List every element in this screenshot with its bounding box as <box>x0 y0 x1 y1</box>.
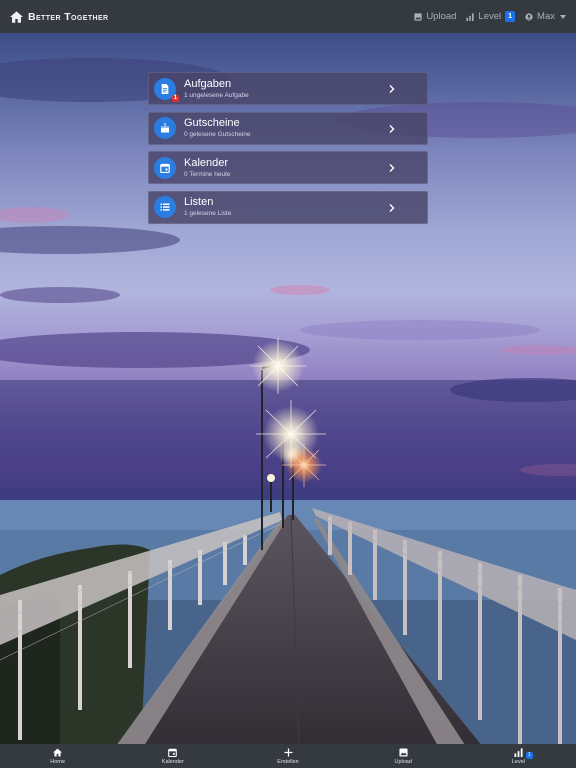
card-gutscheine[interactable]: Gutscheine 0 gelesene Gutscheine <box>148 111 428 145</box>
card-subtitle: 0 Termine heute <box>184 170 231 178</box>
bottom-tab-bar: Home Kalender Erstellen Upload Level 1 <box>0 744 576 768</box>
card-subtitle: 0 gelesene Gutscheine <box>184 131 251 138</box>
card-title: Listen <box>184 196 214 208</box>
tab-label: Upload <box>394 758 412 765</box>
tab-level[interactable]: Level 1 <box>461 744 576 768</box>
top-navbar: Better Together Upload Level 1 Max <box>0 0 576 33</box>
bar-chart-icon <box>514 747 523 757</box>
card-icon-circle <box>154 156 176 179</box>
card-icon-circle <box>154 117 176 139</box>
cake-icon <box>161 123 169 133</box>
chevron-right-icon <box>389 85 395 93</box>
card-subtitle: 1 gelesene Liste <box>184 210 232 217</box>
unread-badge: 1 <box>171 94 179 102</box>
bar-chart-icon <box>466 12 475 21</box>
dashboard-cards: 1 Aufgaben 1 ungelesene Aufgabe Gutschei… <box>148 72 428 230</box>
tab-label: Kalender <box>161 758 184 765</box>
tab-label: Erstellen <box>277 758 299 765</box>
nav-upload[interactable]: Upload <box>414 11 456 22</box>
home-icon <box>10 10 23 23</box>
card-aufgaben[interactable]: 1 Aufgaben 1 ungelesene Aufgabe <box>148 72 428 105</box>
brand[interactable]: Better Together <box>10 11 108 23</box>
chevron-down-icon <box>560 14 566 19</box>
card-subtitle: 1 ungelesene Aufgabe <box>184 91 249 99</box>
card-title: Aufgaben <box>184 77 232 90</box>
tab-home[interactable]: Home <box>0 744 115 768</box>
card-icon-circle <box>154 196 176 218</box>
calendar-icon <box>168 748 178 757</box>
level-badge: 1 <box>525 752 533 759</box>
home-icon <box>53 748 63 756</box>
document-icon <box>161 83 169 94</box>
card-title: Gutscheine <box>184 117 240 129</box>
brand-name: Better Together <box>28 10 109 23</box>
card-icon-circle: 1 <box>154 77 179 102</box>
list-icon <box>160 203 170 211</box>
nav-level-label: Level <box>478 11 502 22</box>
plus-icon <box>283 747 293 757</box>
image-icon <box>414 12 422 21</box>
card-listen[interactable]: Listen 1 gelesene Liste <box>148 190 428 224</box>
calendar-icon <box>160 163 170 173</box>
user-circle-icon <box>525 12 533 21</box>
chevron-right-icon <box>389 203 395 212</box>
chevron-right-icon <box>389 124 395 133</box>
tab-upload[interactable]: Upload <box>346 744 461 768</box>
tab-kalender[interactable]: Kalender <box>115 744 230 768</box>
user-name: Max <box>537 11 555 22</box>
tab-label: Level <box>511 758 525 765</box>
level-badge: 1 <box>505 11 516 22</box>
card-kalender[interactable]: Kalender 0 Termine heute <box>148 151 428 184</box>
chevron-right-icon <box>389 164 395 172</box>
tab-label: Home <box>50 758 65 765</box>
user-menu[interactable]: Max <box>525 11 566 22</box>
image-icon <box>399 747 408 757</box>
card-title: Kalender <box>184 156 229 169</box>
nav-upload-label: Upload <box>426 11 457 22</box>
tab-erstellen[interactable]: Erstellen <box>230 744 345 768</box>
nav-level[interactable]: Level 1 <box>466 11 516 22</box>
